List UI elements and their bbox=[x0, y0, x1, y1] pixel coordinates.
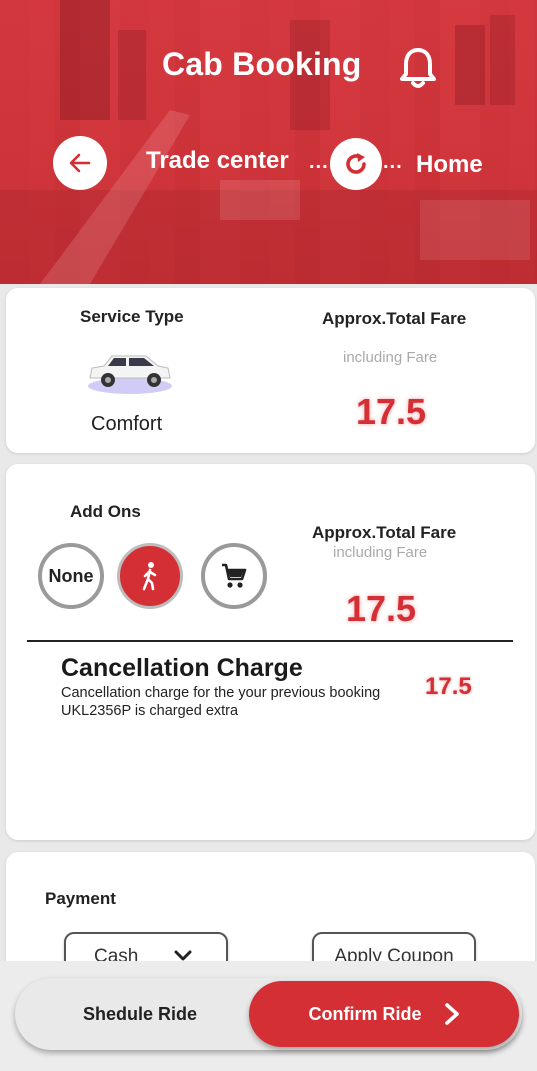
addons-label: Add Ons bbox=[70, 502, 141, 521]
addon-cart-option[interactable] bbox=[201, 543, 267, 609]
fare-value: 17.5 bbox=[356, 391, 427, 432]
addons-card: Add Ons None Approx.Total Fare including… bbox=[6, 464, 535, 840]
notification-bell-icon[interactable] bbox=[398, 46, 438, 90]
cancellation-title: Cancellation Charge bbox=[61, 654, 303, 682]
back-button[interactable] bbox=[53, 136, 107, 190]
addons-fare-value: 17.5 bbox=[346, 588, 417, 629]
fare-title: Approx.Total Fare bbox=[322, 309, 467, 328]
page-title: Cab Booking bbox=[162, 46, 362, 82]
vehicle-name: Comfort bbox=[91, 413, 163, 435]
pickup-location[interactable]: Trade center bbox=[146, 147, 289, 175]
chevron-right-icon bbox=[444, 1003, 459, 1025]
addon-none-label: None bbox=[48, 565, 94, 586]
addon-walk-option[interactable] bbox=[117, 543, 183, 609]
car-icon[interactable] bbox=[84, 350, 174, 394]
cancellation-value: 17.5 bbox=[425, 673, 472, 700]
service-type-label: Service Type bbox=[80, 307, 184, 326]
refresh-icon bbox=[346, 153, 366, 174]
walking-person-icon bbox=[142, 562, 157, 591]
drop-location[interactable]: Home bbox=[416, 151, 483, 179]
confirm-ride-label: Confirm Ride bbox=[308, 1003, 422, 1024]
addons-fare-subtitle: including Fare bbox=[333, 544, 428, 561]
confirm-ride-button[interactable]: Confirm Ride bbox=[249, 981, 519, 1047]
fare-subtitle: including Fare bbox=[343, 349, 438, 366]
route-dots-right: ... bbox=[383, 151, 403, 173]
divider bbox=[27, 640, 513, 642]
addons-fare-title: Approx.Total Fare bbox=[312, 523, 457, 542]
shopping-cart-icon bbox=[222, 563, 247, 588]
addon-none-option[interactable]: None bbox=[38, 543, 104, 609]
schedule-ride-button[interactable]: Shedule Ride bbox=[15, 978, 255, 1050]
swap-route-button[interactable] bbox=[330, 138, 382, 190]
arrow-left-icon bbox=[69, 153, 91, 173]
service-type-card: Service Type Comfort Approx.Total Fare i… bbox=[6, 288, 535, 453]
schedule-ride-label: Shedule Ride bbox=[82, 1003, 198, 1024]
header-banner: Cab Booking Trade center ... ... Home bbox=[0, 0, 537, 284]
route-dots-left: ... bbox=[309, 151, 329, 173]
payment-label: Payment bbox=[45, 889, 116, 908]
cancellation-description: Cancellation charge for the your previou… bbox=[61, 685, 381, 719]
